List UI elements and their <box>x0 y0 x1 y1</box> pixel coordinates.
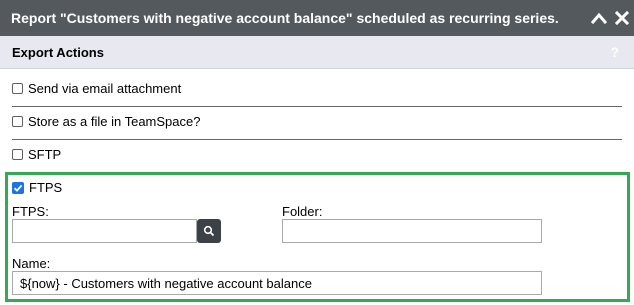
export-actions-title: Export Actions <box>12 44 104 60</box>
dialog-title-bar: Report "Customers with negative account … <box>0 0 634 36</box>
chevron-up-icon[interactable] <box>589 8 609 28</box>
sftp-option[interactable]: SFTP <box>12 147 61 162</box>
export-actions-header: Export Actions <box>0 36 634 69</box>
divider <box>12 106 622 107</box>
ftps-checkbox[interactable] <box>12 181 24 194</box>
name-input[interactable] <box>12 271 542 295</box>
close-icon[interactable] <box>612 8 632 28</box>
name-field-label: Name: <box>12 256 51 271</box>
sftp-checkbox[interactable] <box>12 149 23 160</box>
ftps-option-label: FTPS <box>29 180 63 195</box>
divider <box>12 139 622 140</box>
ftps-option[interactable]: FTPS <box>12 180 62 195</box>
email-option-label: Send via email attachment <box>28 81 182 96</box>
email-checkbox[interactable] <box>12 83 23 94</box>
teamspace-option-label: Store as a file in TeamSpace? <box>28 114 201 129</box>
teamspace-option[interactable]: Store as a file in TeamSpace? <box>12 114 200 129</box>
search-icon[interactable] <box>197 219 221 243</box>
ftps-field-label: FTPS: <box>12 204 49 219</box>
folder-input[interactable] <box>282 219 542 243</box>
teamspace-checkbox[interactable] <box>12 116 23 127</box>
help-icon[interactable]: ? <box>610 44 619 60</box>
email-option[interactable]: Send via email attachment <box>12 81 181 96</box>
schedule-dialog: Report "Customers with negative account … <box>0 0 634 305</box>
folder-field-label: Folder: <box>282 204 323 219</box>
sftp-option-label: SFTP <box>28 147 62 162</box>
dialog-title: Report "Customers with negative account … <box>11 10 559 26</box>
ftps-server-input[interactable] <box>12 219 197 243</box>
